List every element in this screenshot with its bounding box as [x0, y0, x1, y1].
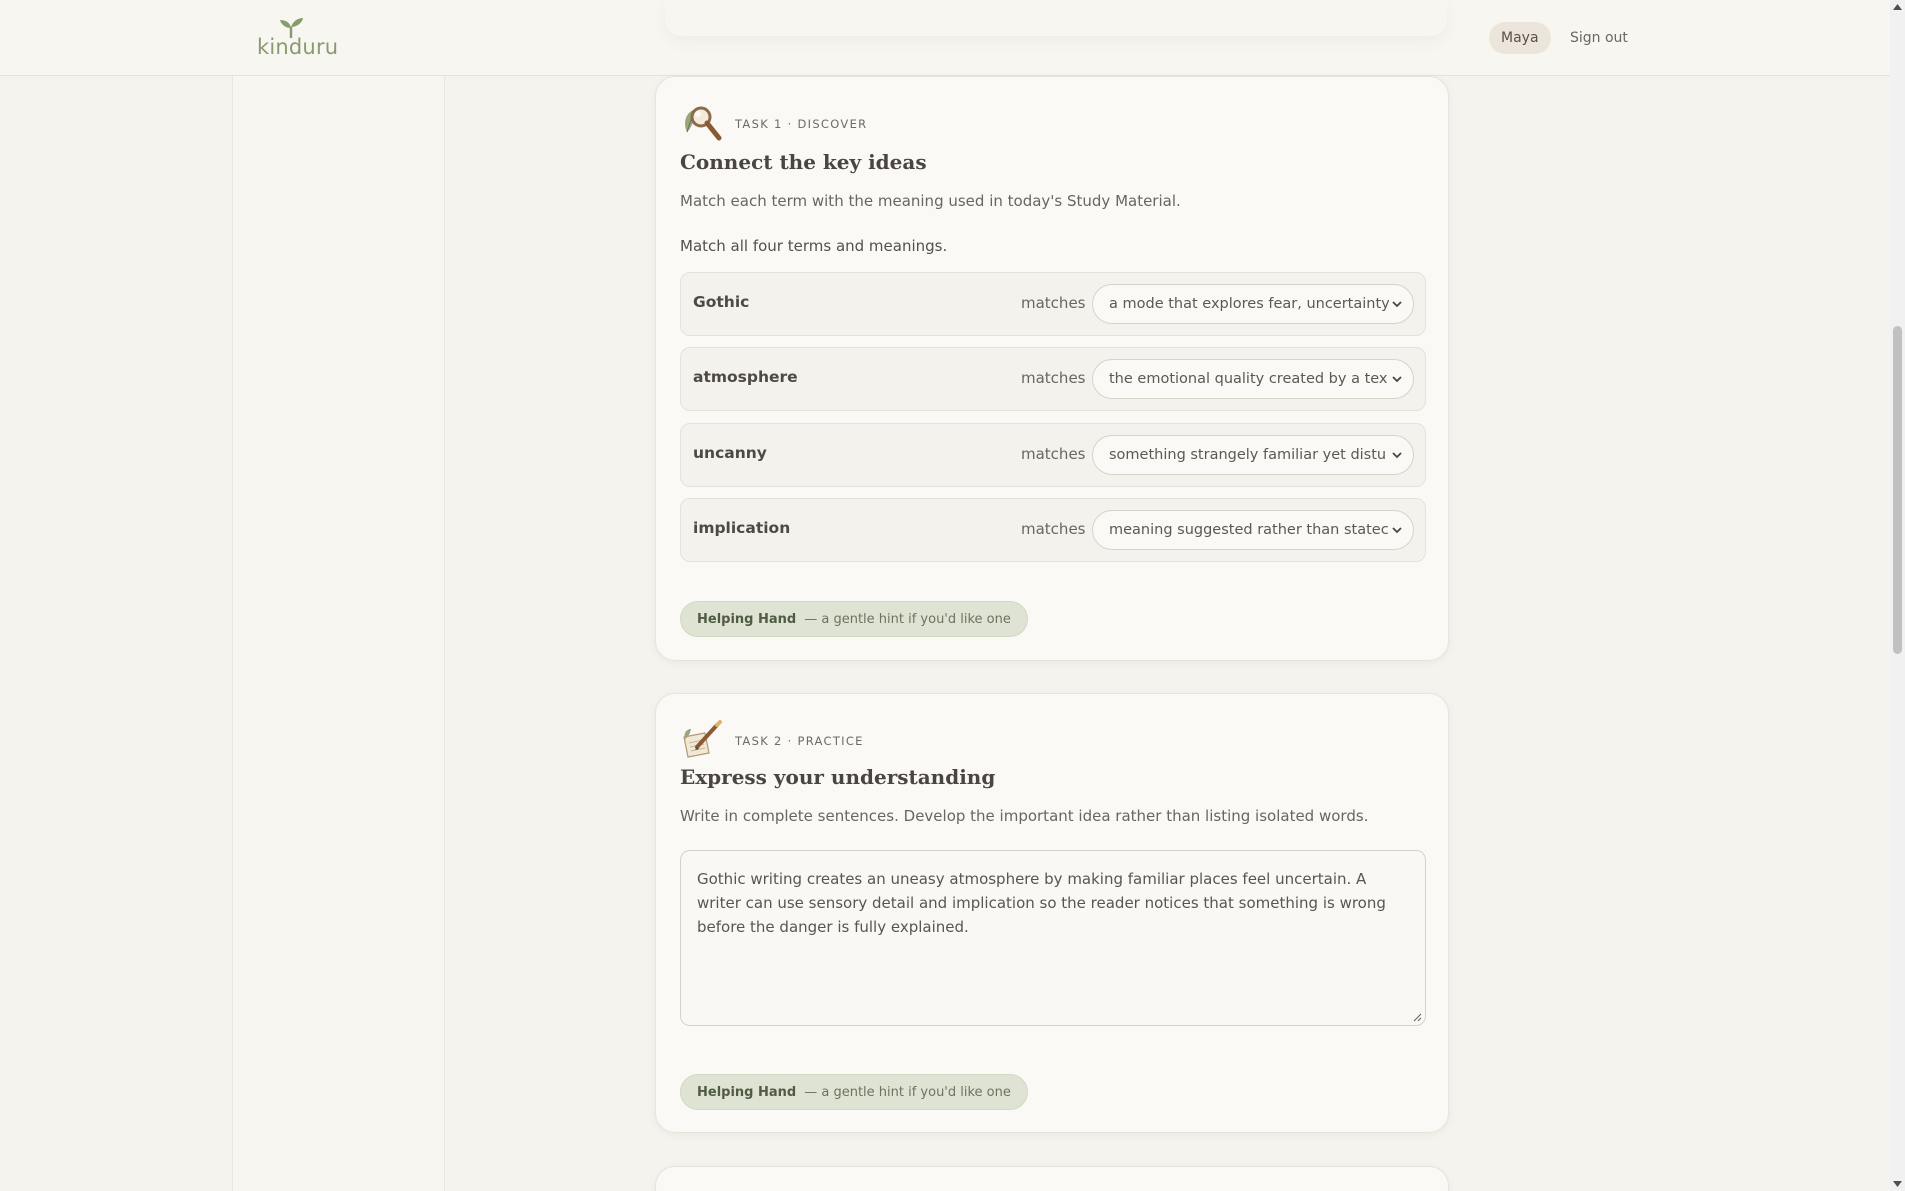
matches-label: matches [1021, 369, 1086, 387]
term-label: implication [693, 519, 791, 537]
task-1-description: Match each term with the meaning used in… [680, 192, 1181, 210]
scroll-up-arrow-icon[interactable] [1893, 4, 1902, 10]
term-label: uncanny [693, 444, 767, 462]
helping-hand-title: Helping Hand [697, 611, 797, 627]
pencil-notepad-icon [683, 720, 722, 758]
scrollbar-thumb[interactable] [1893, 326, 1902, 654]
helping-hand-title: Helping Hand [697, 1084, 797, 1100]
kinduru-logo[interactable]: kinduru [257, 18, 338, 59]
meaning-select-implication[interactable]: meaning suggested rather than statec [1092, 510, 1414, 550]
task-1-instruction: Match all four terms and meanings. [680, 237, 948, 255]
match-row-gothic: Gothic matches a mode that explores fear… [680, 272, 1426, 336]
matches-label: matches [1021, 520, 1086, 538]
task-2-header: TASK 2 · PRACTICE [681, 719, 864, 759]
answer-text: Gothic writing creates an uneasy atmosph… [697, 870, 1386, 936]
match-row-atmosphere: atmosphere matches the emotional quality… [680, 347, 1426, 411]
select-value: meaning suggested rather than statec [1109, 522, 1389, 538]
task-1-title: Connect the key ideas [680, 150, 927, 174]
chevron-down-icon [1392, 527, 1402, 534]
task-1-header: TASK 1 · DISCOVER [681, 102, 867, 142]
meaning-select-atmosphere[interactable]: the emotional quality created by a tex [1092, 359, 1414, 399]
task-2-description: Write in complete sentences. Develop the… [680, 807, 1369, 825]
select-value: something strangely familiar yet distu [1109, 447, 1387, 463]
resize-handle-icon[interactable] [1412, 1012, 1422, 1022]
helping-hand-button[interactable]: Helping Hand — a gentle hint if you'd li… [680, 601, 1028, 637]
matches-label: matches [1021, 294, 1086, 312]
match-row-uncanny: uncanny matches something strangely fami… [680, 423, 1426, 487]
magnifier-leaf-icon [685, 106, 722, 141]
meaning-select-gothic[interactable]: a mode that explores fear, uncertainty [1092, 284, 1414, 324]
chevron-down-icon [1392, 452, 1402, 459]
term-label: Gothic [693, 293, 750, 311]
select-value: the emotional quality created by a tex [1109, 371, 1388, 387]
term-label: atmosphere [693, 368, 798, 386]
logo-text: kinduru [257, 35, 339, 59]
chevron-down-icon [1392, 301, 1402, 308]
task-2-label: TASK 2 · PRACTICE [735, 734, 864, 748]
helping-hand-button[interactable]: Helping Hand — a gentle hint if you'd li… [680, 1074, 1028, 1110]
matches-label: matches [1021, 445, 1086, 463]
meaning-select-uncanny[interactable]: something strangely familiar yet distu [1092, 435, 1414, 475]
answer-textarea[interactable]: Gothic writing creates an uneasy atmosph… [680, 850, 1426, 1026]
helping-hand-subtitle: — a gentle hint if you'd like one [804, 611, 1011, 627]
previous-card-edge [665, 0, 1447, 36]
task-1-card: TASK 1 · DISCOVER Connect the key ideas … [655, 76, 1449, 661]
page-scrollbar[interactable] [1890, 0, 1905, 1191]
task-2-card: TASK 2 · PRACTICE Express your understan… [655, 693, 1449, 1133]
task-2-title: Express your understanding [680, 765, 996, 789]
task-1-label: TASK 1 · DISCOVER [735, 117, 868, 131]
scroll-down-arrow-icon[interactable] [1893, 1181, 1902, 1187]
task-3-card [655, 1166, 1449, 1191]
match-row-implication: implication matches meaning suggested ra… [680, 498, 1426, 562]
select-value: a mode that explores fear, uncertainty [1109, 296, 1389, 312]
user-name-pill[interactable]: Maya [1489, 22, 1551, 54]
sign-out-link[interactable]: Sign out [1570, 22, 1628, 54]
sidebar [232, 76, 445, 1191]
chevron-down-icon [1392, 376, 1402, 383]
helping-hand-subtitle: — a gentle hint if you'd like one [804, 1084, 1011, 1100]
